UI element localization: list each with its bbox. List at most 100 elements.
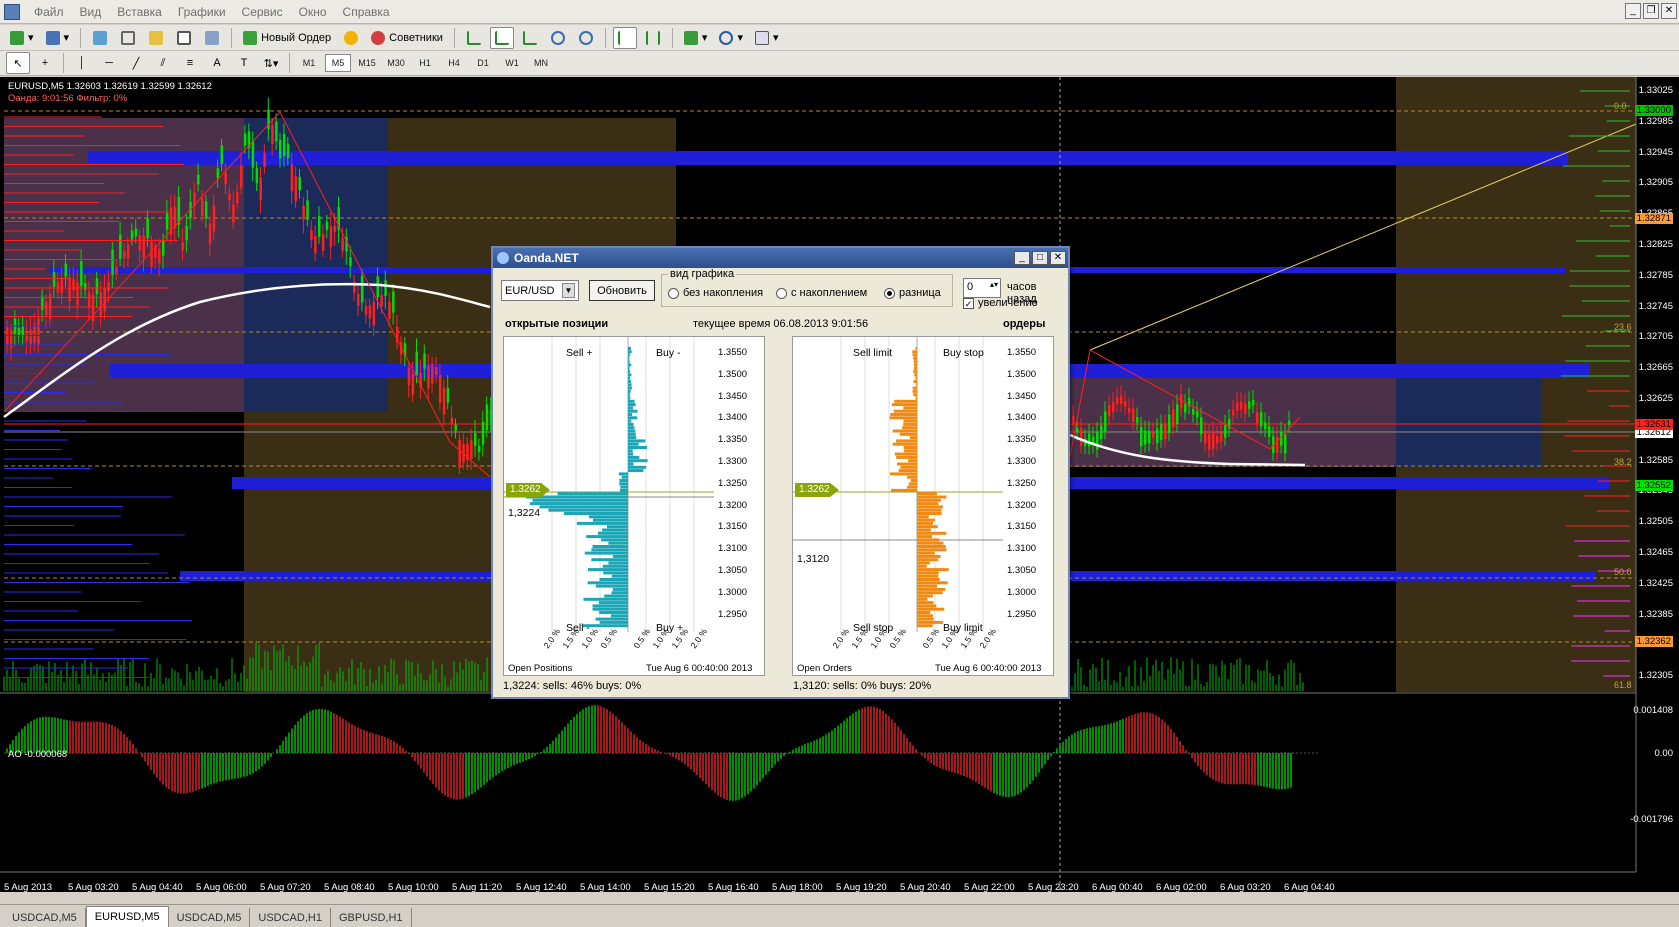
pair-select[interactable]: EUR/USD ▼ [501,280,579,301]
chart-tab[interactable]: USDCAD,M5 [4,908,86,927]
depth-bar [915,347,917,350]
minimize-icon[interactable]: _ [1014,251,1030,265]
tf-m30[interactable]: M30 [383,54,409,72]
open-positions-chart[interactable]: 2.0 % 1.5 % 1.0 % 0.5 % 0.5 % 1.0 % 1.5 % 2.0 %… [503,336,765,676]
chart-shift-button[interactable] [641,27,665,49]
dialog-window-controls: _ □ ✕ [1014,251,1066,265]
candle-body [1196,411,1199,418]
data-window-button[interactable] [116,27,140,49]
candle-body [1200,417,1203,435]
chart-tab[interactable]: USDCAD,H1 [250,908,331,927]
tf-m1[interactable]: M1 [296,54,322,72]
candle-body [427,364,430,389]
dialog-titlebar[interactable]: Oanda.NET _ □ ✕ [493,248,1068,268]
text-tool[interactable]: A [205,52,229,74]
menu-window[interactable]: Окно [291,5,335,19]
candle-body [150,241,153,267]
bar-chart-button[interactable] [462,27,486,49]
menu-tools[interactable]: Сервис [234,5,291,19]
depth-bar [539,505,628,509]
tf-d1[interactable]: D1 [470,54,496,72]
scale-label: 1.3000 [1007,586,1037,598]
candles-button[interactable] [489,26,514,49]
radio-accumulation[interactable]: с накоплением [776,287,867,299]
zoom-checkbox[interactable]: ✓ увеличение [963,297,1038,309]
candle-body [1192,408,1195,415]
close-icon[interactable]: ✕ [1661,3,1677,19]
depth-bar [917,574,939,578]
pair-value: EUR/USD [505,284,555,297]
quadrant-sell-plus: Sell + [566,347,593,359]
indicators-button[interactable]: ▾ [680,27,712,49]
time-axis-label: 5 Aug 14:00 [580,882,631,893]
depth-bar [892,429,917,433]
tf-m15[interactable]: M15 [354,54,380,72]
depth-bar [621,475,628,479]
templates-button[interactable]: ▾ [751,27,783,49]
spinner-arrows-icon[interactable]: ▴▾ [990,280,998,289]
advisors-button[interactable]: Советники [367,27,447,49]
close-icon[interactable]: ✕ [1050,251,1066,265]
time-axis-label: 5 Aug 10:00 [388,882,439,893]
menu-charts[interactable]: Графики [170,5,234,19]
depth-bar [917,498,941,502]
menu-view[interactable]: Вид [72,5,110,19]
depth-bar [607,525,628,529]
open-orders-chart[interactable]: 2.0 % 1.5 % 1.0 % 0.5 % 0.5 % 1.0 % 1.5 % 2.0 %… [792,336,1054,676]
fib-level-label: 61.8 [1614,680,1632,690]
candle-body [259,177,262,200]
candle-body [1156,428,1159,444]
maximize-icon[interactable]: □ [1032,251,1048,265]
market-watch-icon [93,30,108,45]
line-chart-button[interactable] [518,27,542,49]
minimize-icon[interactable]: _ [1625,3,1641,19]
arrows-tool[interactable]: ⇅▾ [259,52,283,74]
channel-tool[interactable]: ⫽ [151,52,175,74]
tf-m5[interactable]: M5 [325,54,351,72]
zoom-out-button[interactable] [574,27,598,49]
market-watch-button[interactable] [88,27,112,49]
menu-help[interactable]: Справка [335,5,398,19]
radio-difference[interactable]: разница [884,287,941,299]
chart-tab[interactable]: EURUSD,M5 [85,906,169,927]
chevron-down-icon[interactable]: ▼ [562,283,575,298]
candle-body [1124,400,1127,407]
restore-icon[interactable]: ❐ [1643,3,1659,19]
hours-ago-spinner[interactable]: 0 ▴▾ [963,278,1001,298]
terminal-button[interactable] [172,27,196,49]
candle-body [1148,430,1151,444]
trendline-tool[interactable]: ╱ [124,52,148,74]
price-highlight-label: 1.32362 [1634,636,1673,647]
strategy-tester-button[interactable] [200,27,224,49]
fibo-tool[interactable]: ≡ [178,52,202,74]
candle-body [329,226,333,248]
candle-body [1080,428,1083,446]
autoscroll-button[interactable] [612,26,637,49]
label-tool[interactable]: T [232,52,256,74]
depth-bar [898,469,917,473]
new-chart-button[interactable]: ▾ [6,27,38,49]
menu-file[interactable]: Файл [26,5,72,19]
chart-tab[interactable]: USDCAD,M5 [169,908,251,927]
depth-bar [620,485,628,489]
crosshair-tool[interactable]: + [33,52,57,74]
cursor-tool[interactable]: ↖ [6,52,30,74]
tf-mn[interactable]: MN [528,54,554,72]
chart-tab[interactable]: GBPUSD,H1 [331,908,412,927]
menu-insert[interactable]: Вставка [109,5,170,19]
tf-h4[interactable]: H4 [441,54,467,72]
navigator-button[interactable] [144,27,168,49]
new-order-button[interactable]: Новый Ордер [239,27,335,49]
vertical-line-tool[interactable]: │ [70,52,94,74]
refresh-button[interactable]: Обновить [589,280,655,301]
zoom-in-button[interactable] [546,27,570,49]
profiles-button[interactable]: ▾ [42,27,74,49]
tf-w1[interactable]: W1 [499,54,525,72]
horizontal-line-tool[interactable]: ─ [97,52,121,74]
radio-no-accumulation[interactable]: без накопления [668,287,763,299]
metaeditor-button[interactable] [339,27,363,49]
periods-button[interactable]: ▾ [715,27,747,49]
tf-h1[interactable]: H1 [412,54,438,72]
depth-bar [619,488,628,492]
time-axis-label: 5 Aug 03:20 [68,882,119,893]
